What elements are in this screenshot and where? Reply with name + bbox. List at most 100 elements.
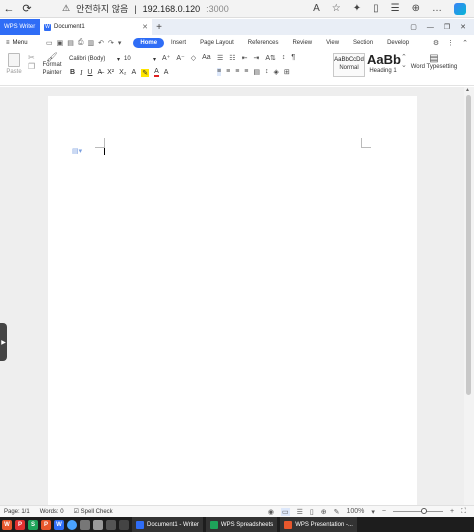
task-writer[interactable]: Document1 - Writer <box>132 517 203 532</box>
scrollbar-thumb[interactable] <box>466 95 471 395</box>
tab-view[interactable]: View <box>319 38 346 48</box>
style-normal[interactable]: AaBbCcDd Normal <box>333 53 365 77</box>
task-presentation[interactable]: WPS Presentation -... <box>280 517 357 532</box>
decrease-indent-icon[interactable]: ⇤ <box>242 54 248 62</box>
tab-review[interactable]: Review <box>285 38 319 48</box>
increase-indent-icon[interactable]: ⇥ <box>253 54 259 62</box>
tile-icon[interactable]: ▢ <box>410 23 417 31</box>
pdf-app-icon[interactable]: P <box>15 519 25 530</box>
export-pdf-icon[interactable]: ▤ <box>67 39 74 47</box>
zoom-slider-knob[interactable] <box>421 508 427 514</box>
print-preview-icon[interactable]: ▥ <box>87 39 94 47</box>
save-icon[interactable]: ▣ <box>57 39 64 47</box>
underline-icon[interactable]: U <box>87 69 92 76</box>
tab-document1[interactable]: W Document1 ✕ <box>40 19 152 35</box>
page-count[interactable]: Page: 1/1 <box>4 509 30 515</box>
undo-icon[interactable]: ↶ <box>98 39 104 47</box>
paragraph-handle-icon[interactable]: ▤▾ <box>72 147 82 155</box>
spreadsheet-app-icon[interactable]: S <box>28 519 38 530</box>
restore-icon[interactable]: ❐ <box>444 23 450 31</box>
terminal-app-icon[interactable] <box>106 519 116 530</box>
italic-icon[interactable]: I <box>80 69 82 77</box>
tab-home[interactable]: Home <box>133 37 165 48</box>
word-count[interactable]: Words: 0 <box>40 509 64 515</box>
minimize-icon[interactable]: — <box>427 24 434 31</box>
tab-references[interactable]: References <box>241 38 286 48</box>
more-icon[interactable]: … <box>432 3 442 14</box>
close-tab-icon[interactable]: ✕ <box>142 23 148 31</box>
grow-font-icon[interactable]: A⁺ <box>162 54 170 62</box>
font-color-icon[interactable]: A <box>154 68 159 77</box>
distributed-icon[interactable]: ▤ <box>253 68 260 76</box>
back-icon[interactable]: ← <box>0 0 18 18</box>
extensions-icon[interactable]: ✦ <box>353 3 361 14</box>
bold-icon[interactable]: B <box>70 69 75 76</box>
web-view-icon[interactable]: ⊕ <box>321 508 327 516</box>
subscript-icon[interactable]: X₂ <box>119 69 126 76</box>
sort-icon[interactable]: ↕ <box>282 54 286 62</box>
shrink-font-icon[interactable]: A⁻ <box>176 54 184 62</box>
files-app-icon[interactable] <box>80 519 90 530</box>
wps-home-icon[interactable]: W <box>2 519 12 530</box>
show-marks-icon[interactable]: ¶ <box>291 54 295 62</box>
app-icon[interactable] <box>119 519 129 530</box>
split-screen-icon[interactable]: ▯ <box>373 3 379 14</box>
tab-section[interactable]: Section <box>346 38 380 48</box>
close-window-icon[interactable]: ✕ <box>460 23 466 31</box>
style-heading-1[interactable]: AaBb Heading 1 <box>367 53 401 77</box>
justify-icon[interactable]: ≡ <box>244 68 248 76</box>
zoom-slider[interactable] <box>393 508 443 514</box>
settings-icon[interactable]: ⚙ <box>433 39 439 47</box>
char-shading-icon[interactable]: A <box>164 69 169 76</box>
tab-page-layout[interactable]: Page Layout <box>193 38 241 48</box>
paragraph-shading-icon[interactable]: ◈ <box>274 68 279 76</box>
more-options-icon[interactable]: ⋮ <box>447 39 454 47</box>
outline-view-icon[interactable]: ☰ <box>297 508 303 516</box>
read-view-icon[interactable]: ▯ <box>310 508 314 516</box>
change-case-icon[interactable]: Aa <box>202 54 211 62</box>
quick-access-dropdown-icon[interactable]: ▾ <box>118 39 122 47</box>
vertical-scrollbar[interactable]: ▲ <box>464 87 474 505</box>
tab-develop[interactable]: Develop <box>380 38 416 48</box>
zoom-in-icon[interactable]: + <box>450 508 454 515</box>
task-spreadsheets[interactable]: WPS Spreadsheets <box>205 517 278 532</box>
tab-wps-writer[interactable]: WPS Writer <box>0 19 40 35</box>
read-aloud-icon[interactable]: A <box>313 3 320 14</box>
page-view-icon[interactable]: ▭ <box>280 507 290 516</box>
align-left-icon[interactable]: ≡ <box>217 68 222 76</box>
copilot-icon[interactable] <box>454 2 466 15</box>
app-icon[interactable] <box>93 519 103 530</box>
writer-app-icon[interactable]: W <box>54 519 64 530</box>
spell-check-button[interactable]: ☑ Spell Check <box>74 508 113 515</box>
highlight-icon[interactable]: ✎ <box>141 68 150 77</box>
word-typesetting-button[interactable]: ▤ Word Typesetting <box>406 53 462 70</box>
collections-icon[interactable]: ⊕ <box>412 3 420 14</box>
favorite-icon[interactable]: ☆ <box>332 3 341 14</box>
pen-icon[interactable]: ✎ <box>334 508 340 516</box>
favorites-list-icon[interactable]: ☰ <box>391 3 400 14</box>
copy-icon[interactable]: ❐ <box>28 62 35 71</box>
zoom-level[interactable]: 100% <box>346 508 364 515</box>
zoom-dropdown-icon[interactable]: ▾ <box>371 508 375 516</box>
document-page[interactable]: ▤▾ <box>48 96 417 505</box>
cut-icon[interactable]: ✂ <box>28 53 35 62</box>
paste-button[interactable]: Paste <box>4 53 24 75</box>
address-bar[interactable]: ⚠ 안전하지 않음 | 192.168.0.120:3000 <box>62 1 229 17</box>
scroll-up-icon[interactable]: ▲ <box>465 87 470 93</box>
numbering-icon[interactable]: ☷ <box>229 54 235 62</box>
open-icon[interactable]: ▭ <box>46 39 53 47</box>
new-tab-button[interactable]: + <box>152 19 166 35</box>
presentation-app-icon[interactable]: P <box>41 519 51 530</box>
text-effect-icon[interactable]: A <box>132 69 137 76</box>
format-painter-button[interactable]: 🖌 Format Painter <box>40 53 64 77</box>
main-menu-button[interactable]: ≡ Menu <box>0 40 40 46</box>
tab-insert[interactable]: Insert <box>164 38 193 48</box>
clear-format-icon[interactable]: ◇ <box>191 54 196 62</box>
protect-eye-icon[interactable]: ◉ <box>268 508 274 516</box>
print-icon[interactable]: ⎙ <box>78 39 84 47</box>
zoom-out-icon[interactable]: − <box>382 508 386 515</box>
align-center-icon[interactable]: ≡ <box>226 68 230 76</box>
redo-icon[interactable]: ↷ <box>108 39 114 47</box>
align-right-icon[interactable]: ≡ <box>235 68 239 76</box>
superscript-icon[interactable]: X² <box>107 69 114 76</box>
